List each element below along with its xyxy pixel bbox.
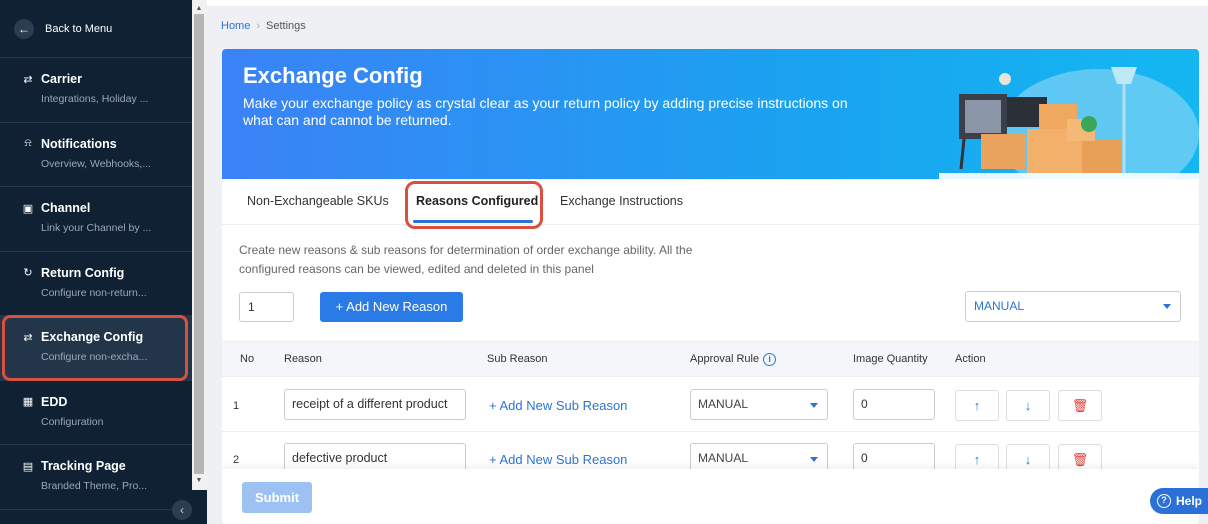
sidebar-item-title: Channel	[41, 201, 91, 215]
sidebar-item-return-config[interactable]: ↻ Return Config Configure non-return...	[0, 252, 192, 316]
table-header: No Reason Sub Reason Approval Rule i Imag…	[222, 341, 1199, 377]
row-number: 1	[233, 400, 240, 412]
column-header-image-quantity: Image Quantity	[853, 353, 928, 365]
channel-icon: ▣	[22, 202, 34, 215]
sidebar-item-title: Return Config	[41, 265, 125, 280]
delete-button[interactable]: 🗑	[1058, 390, 1102, 421]
banner: Exchange Config Make your exchange polic…	[222, 49, 1199, 179]
column-header-reason: Reason	[284, 353, 322, 365]
image-quantity-input[interactable]: 0	[853, 389, 935, 420]
add-sub-reason-link[interactable]: + Add New Sub Reason	[489, 398, 627, 413]
move-down-button[interactable]: ↓	[1006, 390, 1050, 421]
sidebar-item-carrier[interactable]: ⇄ Carrier Integrations, Holiday ...	[0, 58, 192, 123]
sidebar-item-subtitle: Integrations, Holiday ...	[41, 93, 149, 105]
calendar-icon: ▦	[22, 396, 34, 408]
sidebar-item-tracking-page[interactable]: ▤ Tracking Page Branded Theme, Pro...	[0, 445, 192, 510]
sidebar-bottom-strip	[192, 490, 208, 524]
column-header-sub-reason: Sub Reason	[487, 353, 548, 365]
arrow-down-icon: ↓	[1024, 398, 1032, 413]
arrow-up-icon: ↑	[973, 398, 981, 413]
submit-button[interactable]: Submit	[242, 482, 312, 513]
top-strip	[207, 0, 1208, 6]
scroll-down-icon[interactable]: ▼	[192, 474, 206, 488]
caret-down-icon	[810, 457, 818, 462]
sidebar-scrollbar[interactable]: ▲ ▼	[192, 0, 206, 524]
column-header-no: No	[240, 353, 255, 365]
page-title: Exchange Config	[243, 63, 423, 88]
help-label: Help	[1176, 494, 1203, 508]
main-content: Home › Settings Exchange Config Make your …	[207, 0, 1208, 524]
sidebar-item-title: Carrier	[41, 72, 82, 86]
sidebar-item-channel[interactable]: ▣ Channel Link your Channel by ...	[0, 187, 192, 252]
sidebar-item-subtitle: Link your Channel by ...	[41, 222, 152, 234]
tab-exchange-instructions[interactable]: Exchange Instructions	[560, 194, 683, 208]
collapse-sidebar-icon[interactable]: ‹	[172, 500, 192, 520]
highlight-box	[405, 181, 543, 229]
sidebar-item-subtitle: Overview, Webhooks,...	[41, 157, 152, 170]
carrier-icon: ⇄	[23, 73, 33, 86]
sidebar-item-subtitle: Configure non-return...	[41, 286, 147, 299]
add-sub-reason-link[interactable]: + Add New Sub Reason	[489, 452, 627, 467]
caret-down-icon	[810, 403, 818, 408]
back-to-menu-button[interactable]: ← Back to Menu	[0, 0, 192, 58]
arrow-left-icon: ←	[14, 18, 34, 39]
highlight-box	[2, 315, 188, 381]
settings-card: Exchange Config Make your exchange polic…	[222, 49, 1199, 524]
approval-mode-value: MANUAL	[974, 299, 1025, 313]
move-up-button[interactable]: ↑	[955, 390, 999, 421]
reason-input[interactable]: receipt of a different product	[284, 389, 466, 420]
approval-mode-select[interactable]: MANUAL	[965, 291, 1181, 322]
info-icon[interactable]: i	[763, 353, 777, 366]
column-header-action: Action	[955, 353, 986, 365]
sidebar-item-edd[interactable]: ▦ EDD Configuration	[0, 381, 192, 445]
sidebar-item-title: EDD	[41, 394, 68, 409]
sidebar-item-title: Tracking Page	[41, 459, 126, 473]
reason-count-input[interactable]: 1	[239, 292, 294, 322]
question-icon: ?	[1157, 494, 1171, 508]
chevron-right-icon: ›	[256, 20, 261, 32]
table-row: 1 receipt of a different product + Add N…	[222, 378, 1199, 432]
sidebar-item-subtitle: Configuration	[41, 415, 104, 428]
section-description: Create new reasons & sub reasons for det…	[239, 243, 693, 276]
help-button[interactable]: ? Help	[1150, 488, 1208, 514]
tracking-icon: ▤	[22, 460, 34, 473]
breadcrumb: Home › Settings	[221, 20, 306, 32]
approval-rule-select[interactable]: MANUAL	[690, 389, 828, 420]
breadcrumb-current: Settings	[266, 20, 306, 32]
column-header-approval-rule: Approval Rule i	[690, 353, 777, 366]
bell-icon: ⍾	[24, 137, 32, 149]
approval-rule-value: MANUAL	[698, 451, 749, 465]
arrow-down-icon: ↓	[1024, 452, 1032, 467]
tab-non-exchangeable-skus[interactable]: Non-Exchangeable SKUs	[247, 194, 389, 208]
approval-rule-value: MANUAL	[698, 397, 749, 411]
sidebar-item-notifications[interactable]: ⍾ Notifications Overview, Webhooks,...	[0, 123, 192, 187]
row-number: 2	[233, 454, 240, 466]
back-to-menu-label: Back to Menu	[45, 22, 113, 35]
banner-description: Make your exchange policy as crystal cle…	[243, 95, 848, 128]
column-header-approval-rule-label: Approval Rule	[690, 353, 760, 365]
sidebar: ← Back to Menu ⇄ Carrier Integrations, Ho…	[0, 0, 192, 524]
sidebar-item-title: Notifications	[41, 136, 117, 151]
add-new-reason-button[interactable]: + Add New Reason	[320, 292, 463, 322]
tab-bar: Non-Exchangeable SKUs Reasons Configured…	[222, 179, 1199, 229]
scrollbar-thumb[interactable]	[194, 14, 204, 474]
caret-down-icon	[1163, 304, 1171, 309]
return-icon: ↻	[23, 267, 33, 279]
trash-icon: 🗑	[1071, 398, 1089, 413]
breadcrumb-home-link[interactable]: Home	[221, 20, 250, 32]
boxes-illustration	[939, 67, 1199, 179]
form-footer: Submit	[222, 469, 1199, 524]
trash-icon: 🗑	[1071, 452, 1089, 467]
arrow-up-icon: ↑	[973, 452, 981, 467]
sidebar-item-subtitle: Branded Theme, Pro...	[41, 480, 148, 492]
